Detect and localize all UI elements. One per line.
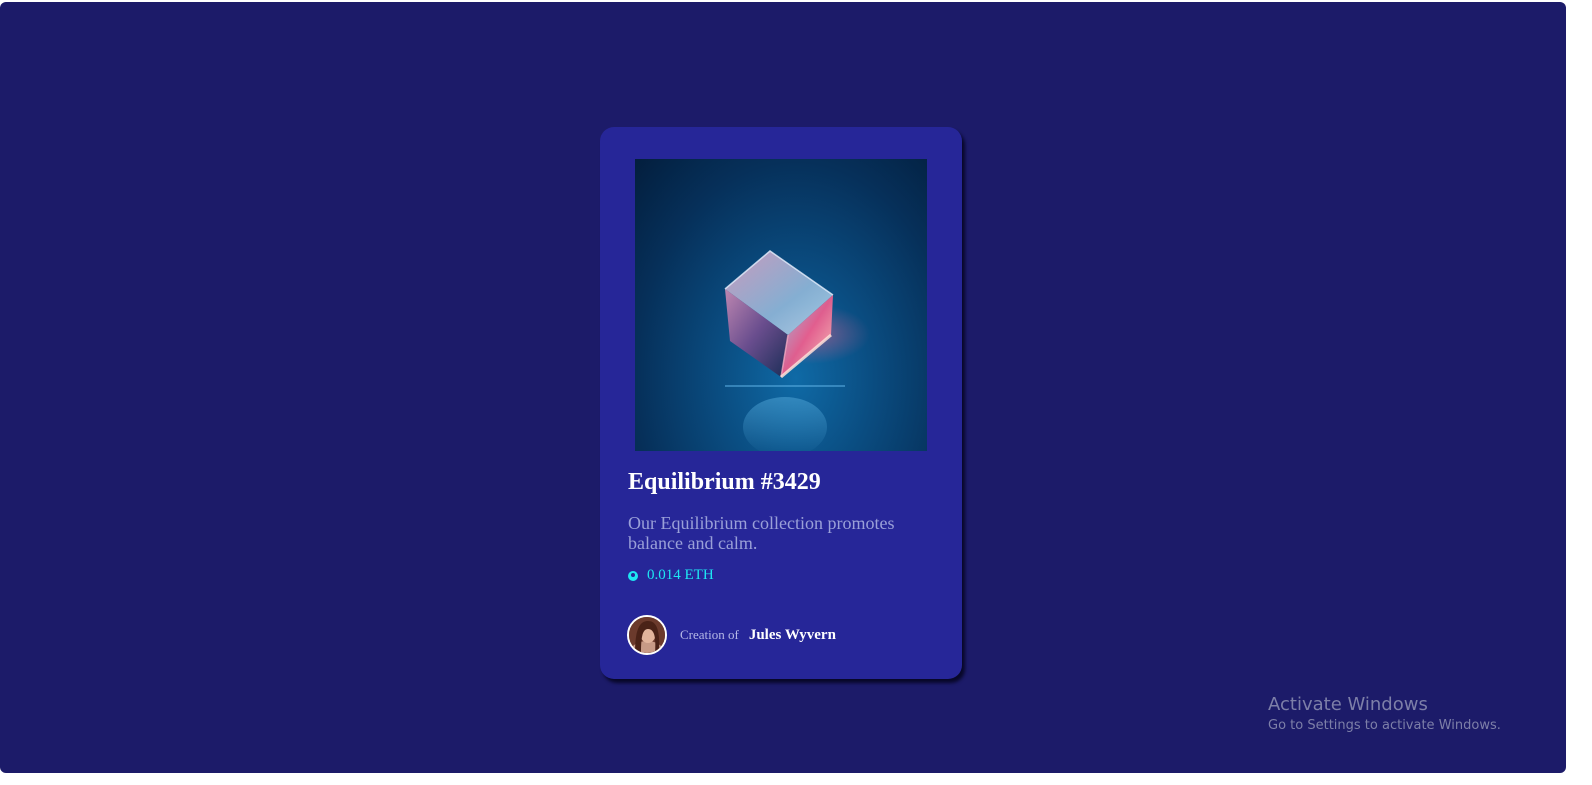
nft-image[interactable] xyxy=(635,159,927,451)
creation-label: Creation of xyxy=(680,627,739,642)
nft-description: Our Equilibrium collection promotes bala… xyxy=(628,513,895,553)
page-background: Equilibrium #3429 Our Equilibrium collec… xyxy=(0,2,1566,773)
nft-price: 0.014 ETH xyxy=(628,567,714,584)
creator-info: Creation of Jules Wyvern xyxy=(627,615,836,655)
nft-card: Equilibrium #3429 Our Equilibrium collec… xyxy=(600,127,962,679)
price-value: 0.014 ETH xyxy=(647,567,714,583)
windows-activation-watermark: Activate Windows Go to Settings to activ… xyxy=(1268,694,1501,736)
ethereum-icon xyxy=(628,570,638,581)
watermark-subtitle: Go to Settings to activate Windows. xyxy=(1268,718,1501,733)
creator-name[interactable]: Jules Wyvern xyxy=(749,627,836,644)
avatar xyxy=(627,615,667,655)
watermark-title: Activate Windows xyxy=(1268,694,1428,715)
nft-title[interactable]: Equilibrium #3429 xyxy=(628,469,821,496)
